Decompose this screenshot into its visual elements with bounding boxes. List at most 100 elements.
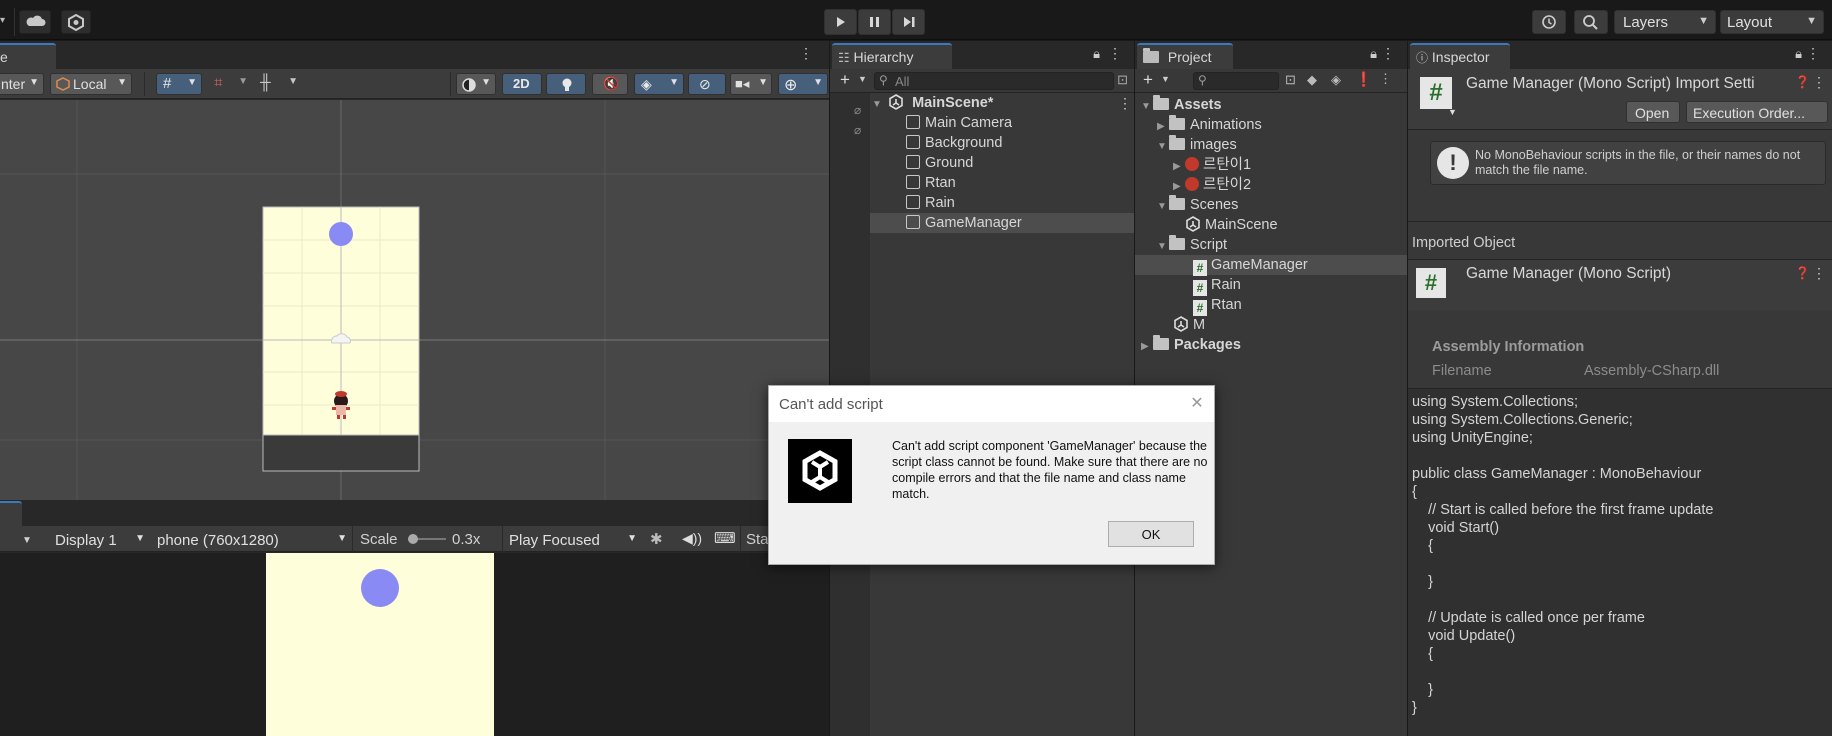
more-icon[interactable]: ⋮ <box>1381 45 1395 62</box>
gizmos-dropdown[interactable]: ⊕ ▼ <box>778 73 828 95</box>
project-search-input[interactable]: ⚲ <box>1193 72 1279 90</box>
undo-history-button[interactable] <box>1532 10 1566 34</box>
lighting-toggle[interactable] <box>546 73 586 95</box>
error-dialog: Can't add script ✕ Can't add script comp… <box>768 385 1215 565</box>
chevron-down-icon[interactable]: ▼ <box>858 74 867 84</box>
account-dropdown[interactable]: ▾ <box>0 10 10 34</box>
chevron-down-icon[interactable]: ▼ <box>1448 107 1457 117</box>
play-button[interactable] <box>824 9 857 35</box>
shading-dropdown[interactable]: ▼ <box>456 73 496 95</box>
lock-icon[interactable]: 🔒︎ <box>1093 46 1100 62</box>
tab-inspector[interactable]: ⓘ Inspector <box>1410 43 1510 69</box>
hierarchy-scene-row[interactable]: ▼ MainScene* ⋮ <box>870 93 1134 113</box>
collab-button[interactable] <box>61 10 91 34</box>
visibility-toggle[interactable]: ⊘ <box>688 73 726 95</box>
open-button[interactable]: Open <box>1626 101 1680 123</box>
camera-dropdown[interactable]: ■◂ ▼ <box>730 73 772 95</box>
add-icon[interactable]: + <box>840 70 850 90</box>
ok-button[interactable]: OK <box>1108 521 1194 547</box>
stats-label[interactable]: Sta <box>746 531 769 548</box>
more-icon[interactable]: ⋮ <box>799 45 813 62</box>
project-item-mainscene[interactable]: MainScene <box>1135 215 1407 235</box>
search-button[interactable] <box>1574 10 1608 34</box>
hidden-packages-icon[interactable]: ⋮ <box>1379 71 1392 87</box>
display-dropdown[interactable]: Display 1 ▼ <box>48 528 148 550</box>
filter-type-icon[interactable]: ◆ <box>1307 72 1317 88</box>
lock-icon[interactable]: 🔒︎ <box>1370 46 1377 62</box>
project-item-packages[interactable]: ▶ Packages <box>1135 335 1407 355</box>
warning-box: ! No MonoBehaviour scripts in the file, … <box>1430 141 1826 185</box>
play-icon <box>837 17 845 27</box>
project-item-script-selected[interactable]: # GameManager <box>1135 255 1407 276</box>
execution-order-button[interactable]: Execution Order... <box>1686 101 1828 123</box>
speaker-icon[interactable]: ◀)) <box>682 530 702 547</box>
ruler-button[interactable]: ╫ ▼ <box>256 73 302 95</box>
chevron-down-icon: ▼ <box>481 77 491 88</box>
search-by-type-icon[interactable]: ⊡ <box>1285 72 1296 88</box>
tab-project[interactable]: Project <box>1137 43 1233 69</box>
project-item-image[interactable]: ▶ 르탄이1 <box>1135 155 1407 175</box>
audio-toggle[interactable]: 🔇 <box>592 73 628 95</box>
project-item-assets[interactable]: ▼ Assets <box>1135 95 1407 115</box>
help-icon[interactable]: ❓ <box>1795 266 1810 280</box>
more-icon[interactable]: ⋮ <box>1812 265 1826 282</box>
bug-icon[interactable]: ✱ <box>650 530 663 548</box>
hierarchy-item[interactable]: Rtan <box>870 173 1134 193</box>
hierarchy-item-selected[interactable]: GameManager <box>870 213 1134 233</box>
hierarchy-item[interactable]: Ground <box>870 153 1134 173</box>
hierarchy-item[interactable]: Rain <box>870 193 1134 213</box>
effects-dropdown[interactable]: ◈ ▼ <box>634 73 684 95</box>
project-item-image[interactable]: ▶ 르탄이2 <box>1135 175 1407 195</box>
project-item-animations[interactable]: ▶ Animations <box>1135 115 1407 135</box>
layers-dropdown[interactable]: Layers ▼ <box>1614 10 1716 34</box>
space-dropdown[interactable]: Local ▼ <box>50 73 132 95</box>
add-icon[interactable]: + <box>1143 70 1153 90</box>
hierarchy-item[interactable]: Main Camera <box>870 113 1134 133</box>
project-item-images[interactable]: ▼ images <box>1135 135 1407 155</box>
project-item-script-folder[interactable]: ▼ Script <box>1135 235 1407 255</box>
lock-icon[interactable]: 🔒︎ <box>1795 46 1802 62</box>
hierarchy-search-input[interactable]: ⚲ All <box>874 72 1114 90</box>
tab-hierarchy[interactable]: ☷ Hierarchy <box>832 43 952 69</box>
mode-2d-toggle[interactable]: 2D <box>502 73 542 95</box>
history-icon <box>1542 15 1556 29</box>
effects-icon: ◈ <box>641 76 652 92</box>
more-icon[interactable]: ⋮ <box>1108 45 1122 62</box>
cloud-icon <box>26 15 46 26</box>
game-canvas[interactable] <box>0 553 829 736</box>
help-icon[interactable]: ❓ <box>1795 75 1810 89</box>
project-item-script[interactable]: # Rain <box>1135 275 1407 296</box>
keyboard-icon[interactable]: ⌨ <box>714 529 736 547</box>
cloud-button[interactable] <box>19 10 51 34</box>
scale-slider[interactable] <box>408 534 446 544</box>
chevron-down-icon[interactable]: ▼ <box>1161 74 1170 84</box>
search-mode-icon[interactable]: ⊡ <box>1117 72 1128 88</box>
hierarchy-item[interactable]: Background <box>870 133 1134 153</box>
label-icon[interactable]: ◈ <box>1331 72 1341 88</box>
grid-snap-button[interactable]: # ▼ <box>156 73 202 95</box>
folder-icon <box>1143 48 1159 63</box>
layout-dropdown[interactable]: Layout ▼ <box>1720 10 1824 34</box>
tab-game[interactable] <box>0 501 22 526</box>
more-icon[interactable]: ⋮ <box>1806 45 1820 62</box>
warning-count-icon[interactable]: ❗ <box>1355 71 1372 88</box>
project-item-scenes[interactable]: ▼ Scenes <box>1135 195 1407 215</box>
scene-canvas[interactable] <box>0 100 829 500</box>
project-item-m[interactable]: M <box>1135 315 1407 335</box>
hierarchy-item-label: Main Camera <box>925 115 1013 131</box>
play-focused-dropdown[interactable]: Play Focused ▼ <box>506 528 640 550</box>
game-mode-dropdown[interactable]: ▼ <box>22 530 42 548</box>
tab-scene[interactable]: e <box>0 43 56 69</box>
pivot-dropdown[interactable]: nter ▼ <box>0 73 44 95</box>
project-item-script[interactable]: # Rtan <box>1135 295 1407 316</box>
resolution-dropdown[interactable]: phone (760x1280) ▼ <box>152 528 350 550</box>
dialog-close-button[interactable]: ✕ <box>1184 392 1210 416</box>
visibility-icon[interactable]: ⌀ <box>854 103 861 117</box>
pickable-icon[interactable]: ⌀ <box>854 123 861 137</box>
step-button[interactable] <box>892 9 925 35</box>
increment-snap-button[interactable]: ⌗ ▼ <box>210 73 250 95</box>
more-icon[interactable]: ⋮ <box>1118 93 1132 113</box>
slider-thumb[interactable] <box>408 534 418 544</box>
more-icon[interactable]: ⋮ <box>1812 74 1826 91</box>
pause-button[interactable] <box>858 9 891 35</box>
